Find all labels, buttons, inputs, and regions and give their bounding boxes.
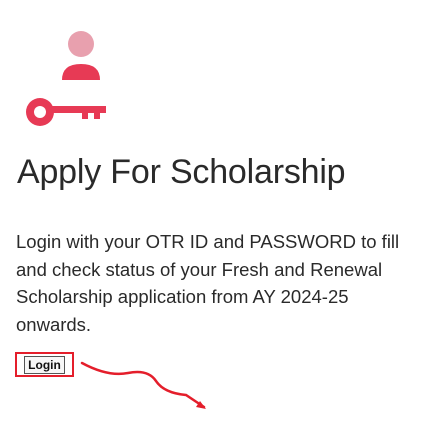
page-description: Login with your OTR ID and PASSWORD to f… bbox=[16, 231, 400, 335]
login-button[interactable]: Login bbox=[24, 355, 65, 374]
arrow-pointing-left-icon bbox=[80, 361, 206, 409]
login-highlight-box: Login bbox=[15, 352, 74, 377]
page-title: Apply For Scholarship bbox=[17, 153, 346, 191]
user-key-icon bbox=[26, 31, 106, 126]
